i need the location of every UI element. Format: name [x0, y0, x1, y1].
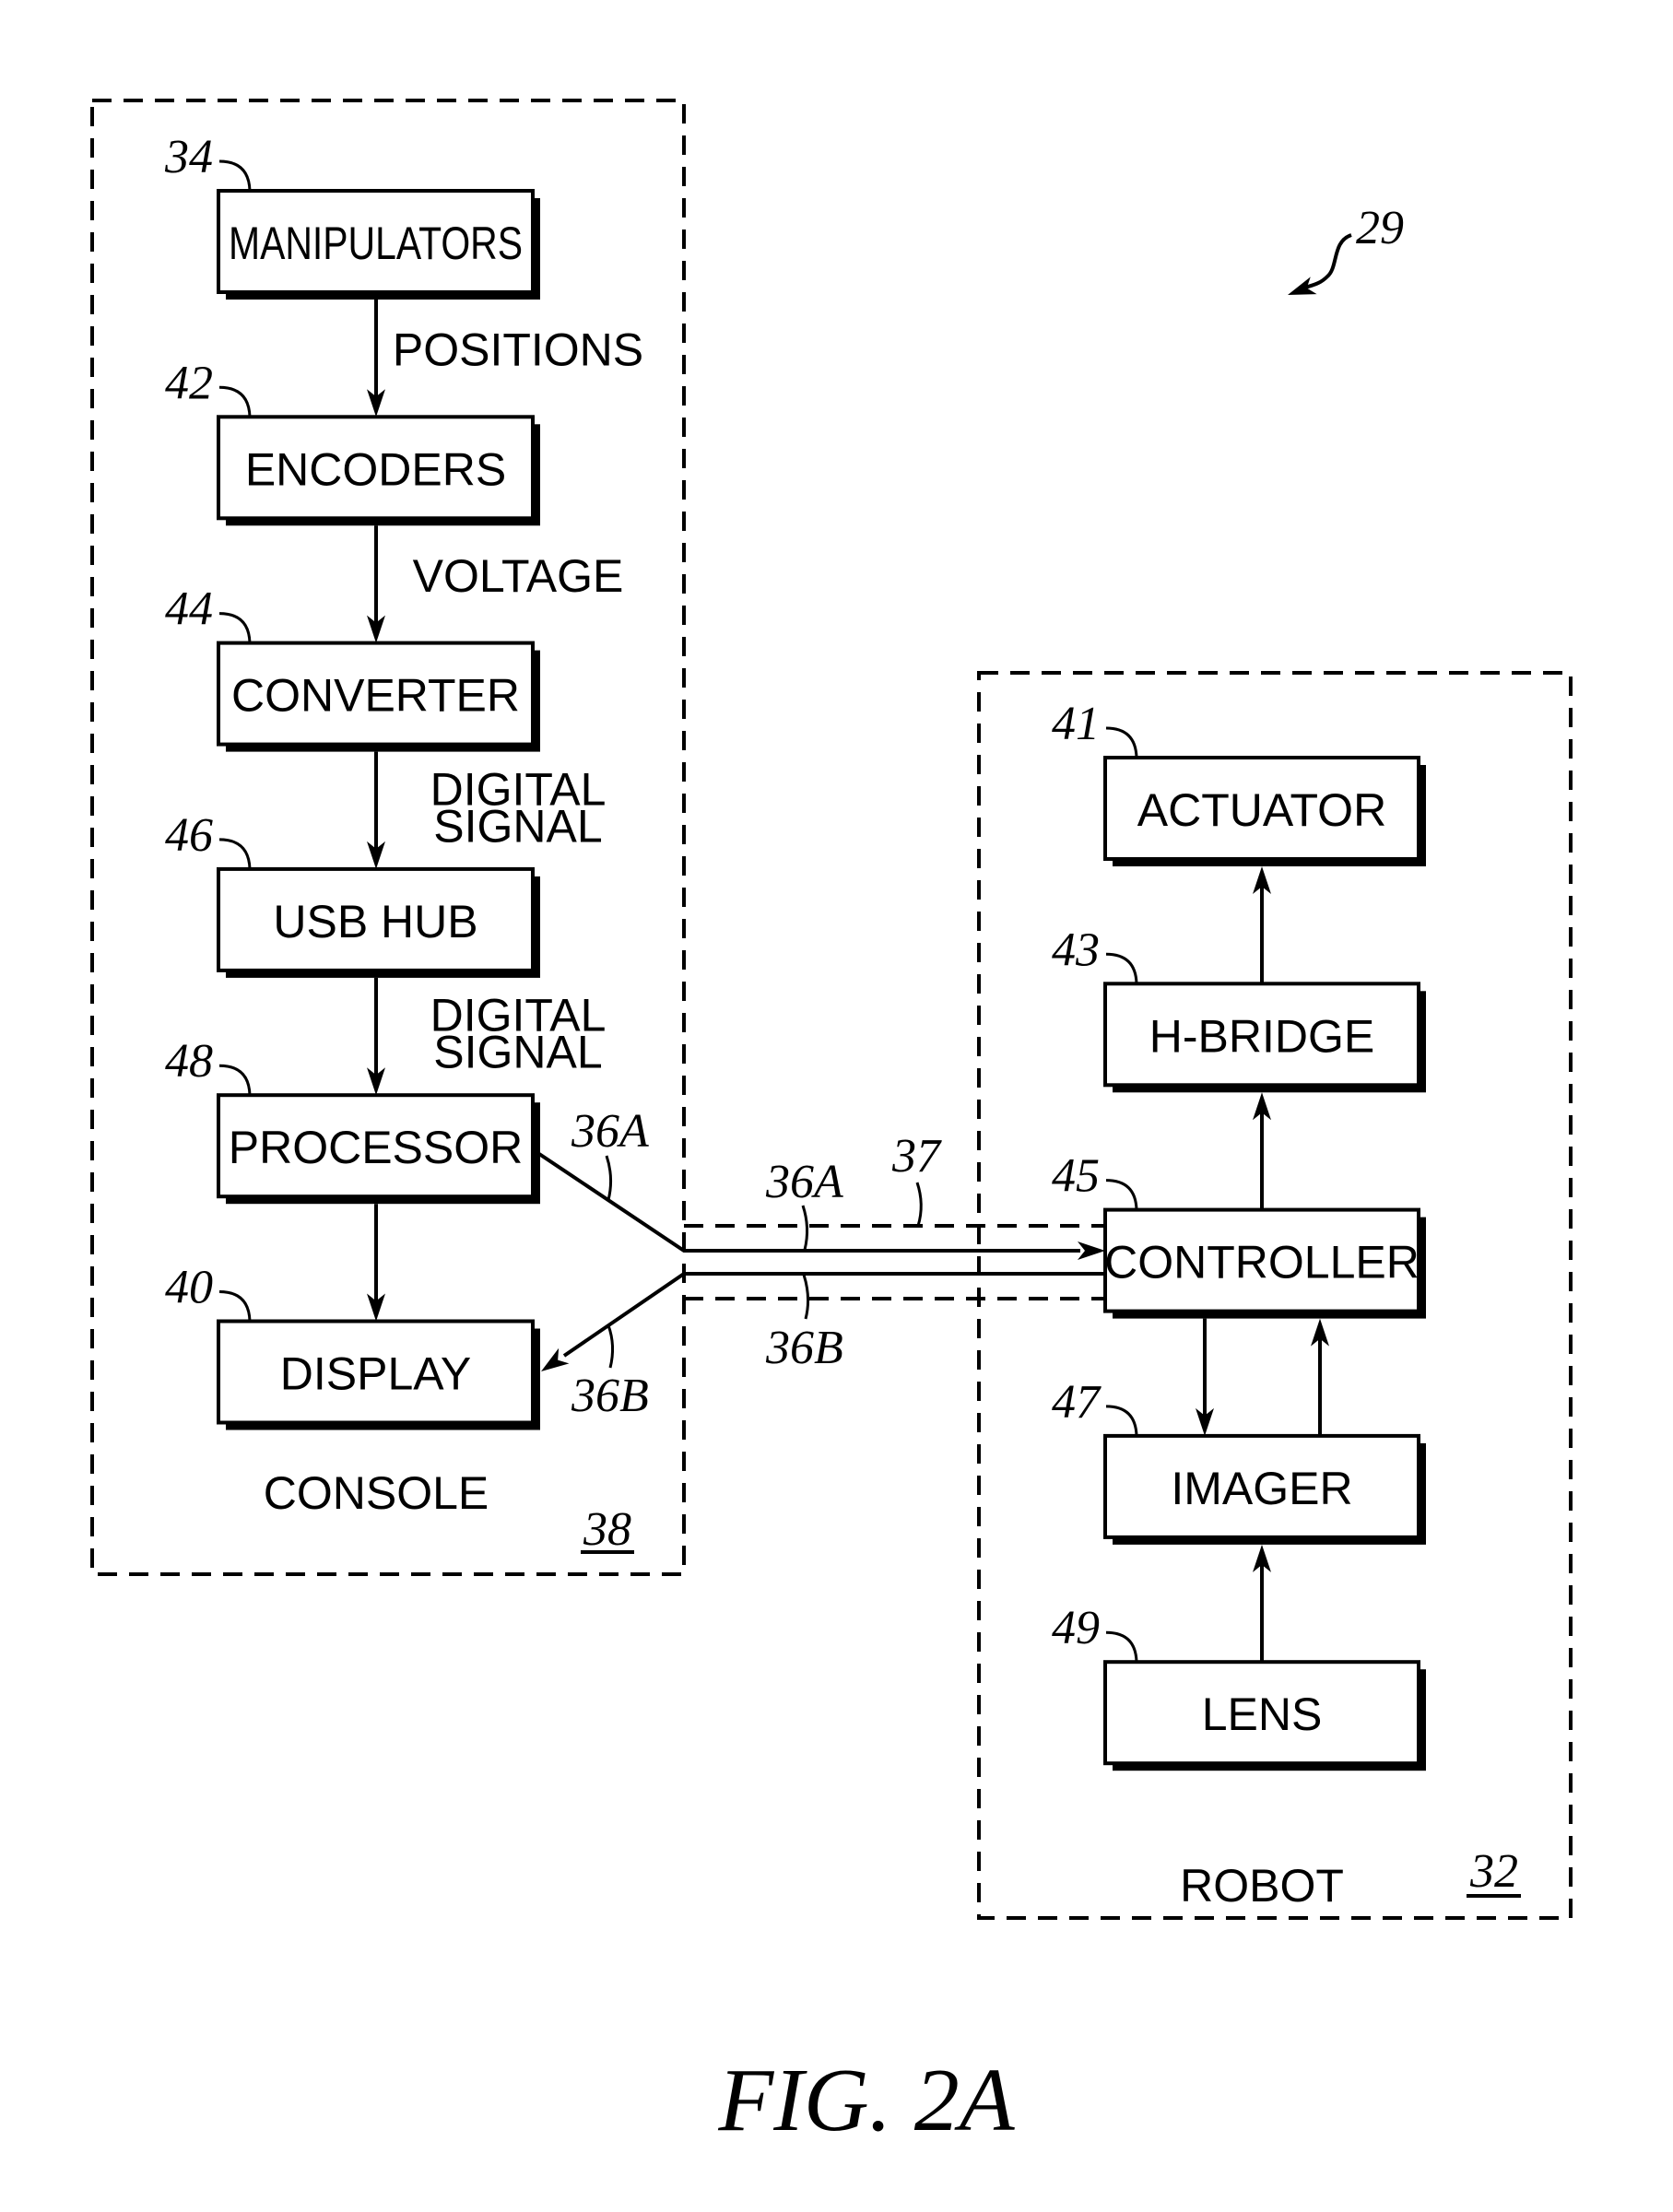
lens-ref-numeral: 49: [1052, 1602, 1100, 1654]
processor-label: PROCESSOR: [229, 1122, 524, 1173]
controller-label: CONTROLLER: [1104, 1237, 1420, 1288]
h-bridge-block: H-BRIDGE 43: [1052, 924, 1426, 1093]
signal-36b-arrowhead: [541, 1347, 570, 1371]
figure-caption: FIG. 2A: [717, 2051, 1015, 2150]
robot-name: ROBOT: [1180, 1860, 1344, 1912]
system-ref-leader: [1304, 233, 1352, 289]
console-ref-numeral: 38: [583, 1503, 631, 1556]
controller-block: CONTROLLER45: [1052, 1150, 1426, 1319]
line-36a-ref-upper: 36A: [571, 1105, 649, 1158]
manipulators-leader-line: [218, 159, 252, 192]
display-label: DISPLAY: [280, 1348, 472, 1400]
h-bridge-label: H-BRIDGE: [1149, 1010, 1374, 1062]
leader-36a-upper: [605, 1155, 613, 1201]
leader-36a-cable: [801, 1205, 809, 1251]
h-bridge-ref-numeral: 43: [1052, 924, 1100, 976]
encoders-block: ENCODERS 42: [165, 357, 540, 526]
cable-37-ref: 37: [891, 1130, 942, 1182]
display-block: DISPLAY 40: [165, 1262, 540, 1430]
h-bridge-leader-line: [1105, 952, 1138, 984]
controller-ref-numeral: 45: [1052, 1150, 1100, 1203]
actuator-label: ACTUATOR: [1137, 784, 1386, 836]
actuator-block: ACTUATOR 41: [1052, 698, 1426, 866]
line-36b-ref-cable: 36B: [765, 1322, 843, 1374]
leader-37: [915, 1182, 923, 1227]
converter-ref-numeral: 44: [165, 583, 213, 636]
usb-hub-leader-line: [218, 838, 252, 869]
leader-36b-cable: [802, 1274, 810, 1320]
flow-label: VOLTAGE: [413, 550, 624, 602]
signal-36a-arrowhead: [1078, 1241, 1105, 1260]
actuator-ref-numeral: 41: [1052, 698, 1100, 750]
usb-hub-ref-numeral: 46: [165, 809, 213, 862]
leader-36b-lower: [607, 1324, 615, 1369]
controller-leader-line: [1105, 1179, 1138, 1210]
lens-leader-line: [1105, 1630, 1138, 1663]
lens-label: LENS: [1202, 1688, 1323, 1740]
imager-block: IMAGER 47: [1052, 1376, 1426, 1545]
converter-leader-line: [218, 612, 252, 643]
system-ref-numeral: 29: [1356, 202, 1404, 254]
display-leader-line: [218, 1290, 252, 1322]
line-36a-ref-cable: 36A: [765, 1156, 843, 1208]
processor-leader-line: [218, 1064, 252, 1096]
manipulators-block: MANIPULATORS 34: [164, 131, 540, 300]
imager-label: IMAGER: [1171, 1463, 1352, 1514]
display-ref-numeral: 40: [165, 1262, 213, 1314]
manipulators-ref-numeral: 34: [164, 131, 213, 183]
lens-block: LENS 49: [1052, 1602, 1426, 1771]
flow-label: SIGNAL: [433, 1027, 602, 1078]
converter-label: CONVERTER: [231, 670, 520, 722]
encoders-ref-numeral: 42: [165, 357, 213, 409]
block-diagram: MANIPULATORS 34 ENCODERS 42 CONVERTER 44 USB H…: [90, 99, 1573, 2150]
encoders-label: ENCODERS: [245, 443, 506, 495]
robot-ref-numeral: 32: [1469, 1845, 1518, 1898]
line-36b-ref-lower: 36B: [571, 1370, 649, 1422]
manipulators-label: MANIPULATORS: [229, 218, 523, 269]
console-name: CONSOLE: [264, 1467, 489, 1519]
flow-label: SIGNAL: [433, 800, 602, 852]
imager-ref-numeral: 47: [1052, 1376, 1102, 1429]
processor-ref-numeral: 48: [165, 1035, 213, 1088]
flow-label: POSITIONS: [393, 324, 643, 376]
actuator-leader-line: [1105, 726, 1138, 759]
imager-leader-line: [1105, 1405, 1138, 1436]
encoders-leader-line: [218, 385, 252, 418]
converter-block: CONVERTER 44: [165, 583, 540, 752]
usb-hub-label: USB HUB: [273, 896, 477, 947]
